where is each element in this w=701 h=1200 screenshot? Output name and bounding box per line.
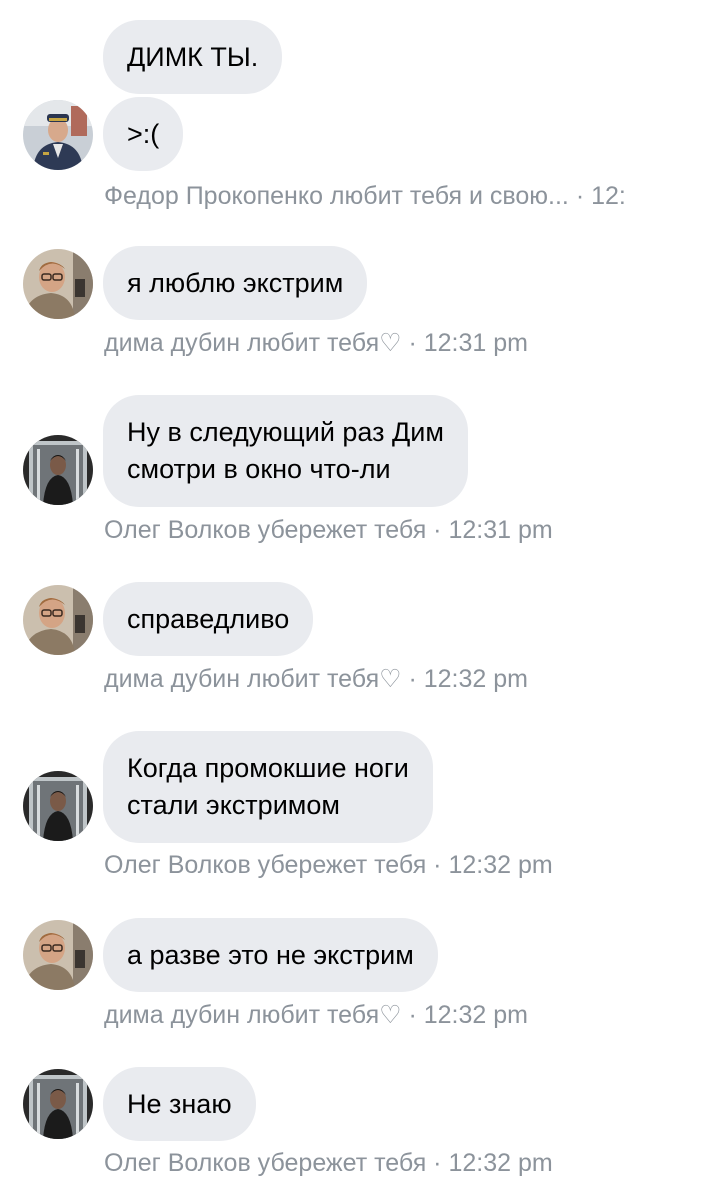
message-meta: дима дубин любит тебя♡ · 12:32 pm: [104, 1001, 528, 1029]
message-meta: Олег Волков убережет тебя · 12:32 pm: [104, 851, 553, 879]
uniform-officer-icon: [23, 100, 93, 170]
message-text-line: стали экстримом: [127, 790, 340, 820]
avatar-oleg-volkov[interactable]: [23, 771, 93, 841]
message-bubble[interactable]: справедливо: [103, 582, 314, 656]
dark-doorway-man-icon: [23, 435, 93, 505]
message-bubble[interactable]: Когда промокшие ноги стали экстримом: [103, 731, 433, 843]
message-text: а разве это не экстрим: [127, 939, 414, 970]
message-text: ДИМК ТЫ.: [127, 41, 259, 72]
dark-doorway-man-icon: [23, 771, 93, 841]
avatar-oleg-volkov[interactable]: [23, 1069, 93, 1139]
message-bubble[interactable]: Не знаю: [103, 1067, 256, 1141]
dark-doorway-man-icon: [23, 1069, 93, 1139]
message-bubble[interactable]: а разве это не экстрим: [103, 918, 438, 992]
message-text: справедливо: [127, 603, 290, 634]
message-text-line: смотри в окно что-ли: [127, 454, 391, 484]
glasses-man-icon: [23, 249, 93, 319]
message-text: Не знаю: [127, 1088, 232, 1119]
message-text: >:(: [127, 118, 160, 149]
avatar-dima-dubin[interactable]: [23, 249, 93, 319]
message-text: я люблю экстрим: [127, 267, 344, 298]
message-bubble[interactable]: >:(: [103, 97, 184, 171]
message-text-line: Когда промокшие ноги: [127, 753, 409, 783]
message-meta: Олег Волков убережет тебя · 12:31 pm: [104, 516, 553, 544]
avatar-oleg-volkov[interactable]: [23, 435, 93, 505]
message-bubble[interactable]: Ну в следующий раз Дим смотри в окно что…: [103, 395, 468, 507]
avatar-fedor-prokopenko[interactable]: [23, 100, 93, 170]
glasses-man-icon: [23, 585, 93, 655]
avatar-dima-dubin[interactable]: [23, 585, 93, 655]
message-meta: дима дубин любит тебя♡ · 12:32 pm: [104, 665, 528, 693]
message-text-line: Ну в следующий раз Дим: [127, 417, 444, 447]
message-meta: Федор Прокопенко любит тебя и свою... · …: [104, 182, 626, 210]
message-meta: дима дубин любит тебя♡ · 12:31 pm: [104, 329, 528, 357]
avatar-dima-dubin[interactable]: [23, 920, 93, 990]
message-bubble[interactable]: ДИМК ТЫ.: [103, 20, 283, 94]
message-meta: Олег Волков убережет тебя · 12:32 pm: [104, 1149, 553, 1177]
message-bubble[interactable]: я люблю экстрим: [103, 246, 368, 320]
glasses-man-icon: [23, 920, 93, 990]
